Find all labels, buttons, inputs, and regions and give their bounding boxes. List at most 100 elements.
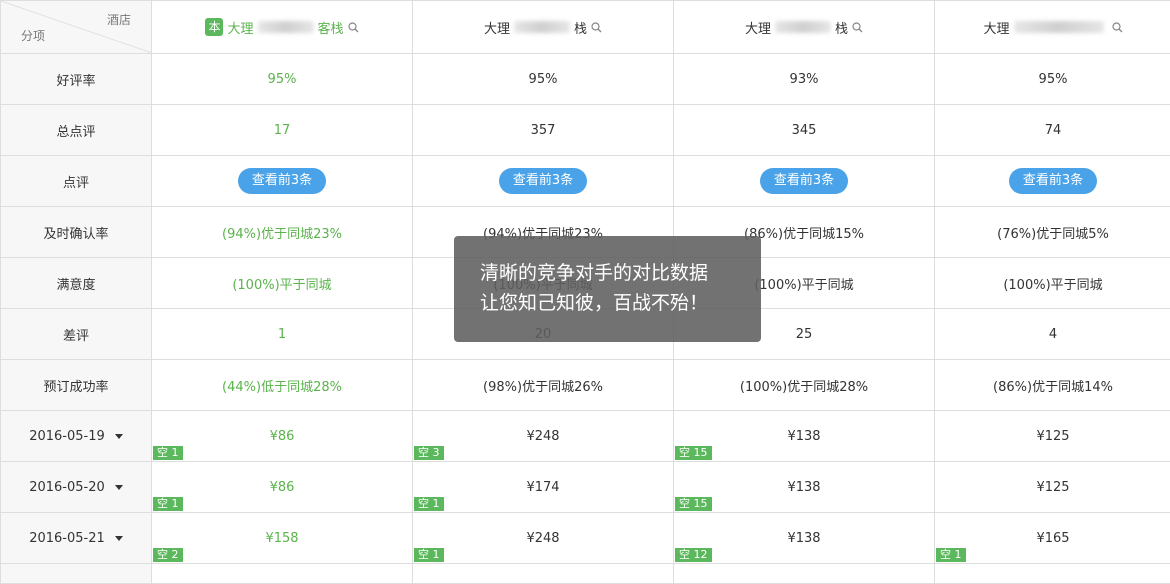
hotel-header-2[interactable]: 大理 栈 (413, 1, 674, 54)
price-value: ¥86 (270, 429, 295, 444)
corner-cell: 酒店 分项 (1, 1, 152, 54)
view-top3-button[interactable]: 查看前3条 (238, 168, 326, 194)
row-label-confirm-rate: 及时确认率 (1, 207, 152, 258)
satisfaction-value: (100%)平于同城 (935, 258, 1170, 309)
vacancy-badge: 空 2 (153, 548, 183, 562)
price-value: ¥174 (526, 480, 559, 495)
vacancy-badge: 空 1 (936, 548, 966, 562)
item-header-label: 分项 (21, 27, 45, 44)
date-selector[interactable]: 2016-05-19 (1, 411, 152, 462)
hotel-name-suffix: 栈 (574, 18, 587, 37)
date-label: 2016-05-21 (29, 531, 105, 546)
date-selector[interactable]: 2016-05-20 (1, 462, 152, 513)
hotel-name-suffix: 客栈 (318, 18, 344, 37)
row-label-reviews: 点评 (1, 156, 152, 207)
view-top3-button[interactable]: 查看前3条 (1009, 168, 1097, 194)
chevron-down-icon (115, 536, 123, 541)
hotel-name-prefix: 大理 (983, 18, 1009, 37)
blurred-name (775, 21, 831, 33)
blurred-name (258, 21, 314, 33)
hotel-name-suffix: 栈 (835, 18, 848, 37)
price-cell: ¥138空 15 (674, 462, 935, 513)
price-cell: ¥138 空 12 (674, 513, 935, 564)
search-icon[interactable] (348, 22, 359, 33)
view-top3-button[interactable]: 查看前3条 (760, 168, 848, 194)
reviews-cell: 查看前3条 (674, 156, 935, 207)
date-selector[interactable]: 2016-05-21 (1, 513, 152, 564)
hotel-name-prefix: 大理 (227, 18, 253, 37)
good-rate-value: 95% (152, 54, 413, 105)
search-icon[interactable] (852, 22, 863, 33)
price-value: ¥248 (526, 531, 559, 546)
good-rate-value: 95% (413, 54, 674, 105)
chevron-down-icon (115, 434, 123, 439)
confirm-rate-value: (94%)优于同城23% (152, 207, 413, 258)
booking-rate-value: (98%)优于同城26% (413, 360, 674, 411)
confirm-rate-value: (76%)优于同城5% (935, 207, 1170, 258)
price-value: ¥165 (1036, 531, 1069, 546)
vacancy-badge: 空 1 (153, 446, 183, 460)
row-label-total-reviews: 总点评 (1, 105, 152, 156)
price-value: ¥248 (526, 429, 559, 444)
price-cell: ¥165 空 1 (935, 513, 1170, 564)
chevron-down-icon (115, 485, 123, 490)
row-label-next (1, 564, 152, 584)
search-icon[interactable] (591, 22, 602, 33)
reviews-cell: 查看前3条 (152, 156, 413, 207)
date-label: 2016-05-19 (29, 429, 105, 444)
hotel-name-prefix: 大理 (745, 18, 771, 37)
price-cell: ¥248 空 3 (413, 411, 674, 462)
search-icon[interactable] (1112, 22, 1123, 33)
view-top3-button[interactable]: 查看前3条 (499, 168, 587, 194)
promo-tooltip: 清晰的竞争对手的对比数据 让您知己知彼，百战不殆！ (454, 236, 761, 342)
row-label-bad-reviews: 差评 (1, 309, 152, 360)
booking-rate-value: (100%)优于同城28% (674, 360, 935, 411)
price-cell: ¥86 空 1 (152, 411, 413, 462)
row-label-satisfaction: 满意度 (1, 258, 152, 309)
reviews-cell: 查看前3条 (935, 156, 1170, 207)
price-value: ¥138 (787, 531, 820, 546)
row-label-good-rate: 好评率 (1, 54, 152, 105)
bad-reviews-value: 1 (152, 309, 413, 360)
price-value: ¥125 (1036, 429, 1069, 444)
blurred-name (1014, 21, 1104, 33)
price-cell: ¥86 空 1 (152, 462, 413, 513)
good-rate-value: 93% (674, 54, 935, 105)
own-hotel-badge: 本 (205, 18, 223, 36)
vacancy-badge: 空 15 (675, 497, 712, 511)
vacancy-badge: 空 1 (153, 497, 183, 511)
total-reviews-value: 17 (152, 105, 413, 156)
price-value: ¥158 (265, 531, 298, 546)
price-cell: ¥174 空 1 (413, 462, 674, 513)
good-rate-value: 95% (935, 54, 1170, 105)
price-value: ¥125 (1036, 480, 1069, 495)
promo-line-1: 清晰的竞争对手的对比数据 (480, 258, 761, 288)
booking-rate-value: (44%)低于同城28% (152, 360, 413, 411)
vacancy-badge: 空 3 (414, 446, 444, 460)
hotel-header-4[interactable]: 大理 (935, 1, 1170, 54)
price-cell: ¥248 空 1 (413, 513, 674, 564)
price-cell: ¥158 空 2 (152, 513, 413, 564)
vacancy-badge: 空 1 (414, 497, 444, 511)
hotel-name-prefix: 大理 (484, 18, 510, 37)
price-value: ¥138 (787, 429, 820, 444)
price-value: ¥86 (270, 480, 295, 495)
date-label: 2016-05-20 (29, 480, 105, 495)
hotel-header-3[interactable]: 大理 栈 (674, 1, 935, 54)
reviews-cell: 查看前3条 (413, 156, 674, 207)
satisfaction-value: (100%)平于同城 (152, 258, 413, 309)
vacancy-badge: 空 15 (675, 446, 712, 460)
price-cell: ¥125 (935, 411, 1170, 462)
vacancy-badge: 空 1 (414, 548, 444, 562)
hotel-header-label: 酒店 (107, 11, 131, 28)
hotel-header-1[interactable]: 本 大理 客栈 (152, 1, 413, 54)
price-cell: ¥125 (935, 462, 1170, 513)
bad-reviews-value: 4 (935, 309, 1170, 360)
price-cell: ¥138 空 15 (674, 411, 935, 462)
vacancy-badge: 空 12 (675, 548, 712, 562)
total-reviews-value: 74 (935, 105, 1170, 156)
blurred-name (514, 21, 570, 33)
promo-line-2: 让您知己知彼，百战不殆！ (480, 288, 761, 318)
total-reviews-value: 357 (413, 105, 674, 156)
row-label-booking-rate: 预订成功率 (1, 360, 152, 411)
